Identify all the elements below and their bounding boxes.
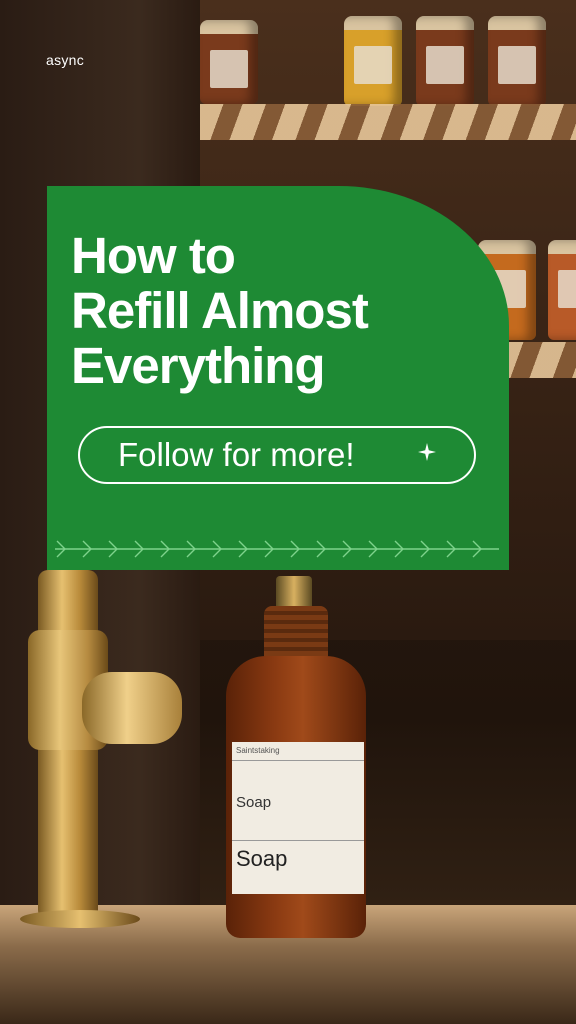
headline-line-3: Everything (71, 337, 326, 394)
headline: How to Refill Almost Everything (71, 228, 491, 393)
jar (548, 240, 576, 340)
brand-name: async (46, 52, 85, 68)
upper-shelf (200, 104, 576, 140)
tap-base (20, 910, 140, 928)
follow-button[interactable]: Follow for more! (78, 426, 476, 484)
headline-line-1: How to (71, 227, 236, 284)
title-card: How to Refill Almost Everything Follow f… (47, 186, 509, 570)
headline-line-2: Refill Almost (71, 282, 369, 339)
bottle-label-brand: Saintstaking (236, 746, 280, 755)
jar (200, 20, 258, 104)
tap-handle (82, 672, 182, 744)
bottle-pump (276, 576, 312, 610)
jar (416, 16, 474, 106)
middle-shelf (500, 342, 576, 378)
jar (344, 16, 402, 106)
jar (488, 16, 546, 106)
chevron-arrows-decoration (55, 540, 499, 558)
bottle-label-name-small: Soap (236, 794, 272, 811)
bottle-label-name-large: Soap (236, 846, 288, 871)
sparkle-icon (418, 440, 436, 468)
bottle-label: Saintstaking Soap Soap (232, 742, 364, 894)
follow-button-label: Follow for more! (118, 436, 355, 473)
